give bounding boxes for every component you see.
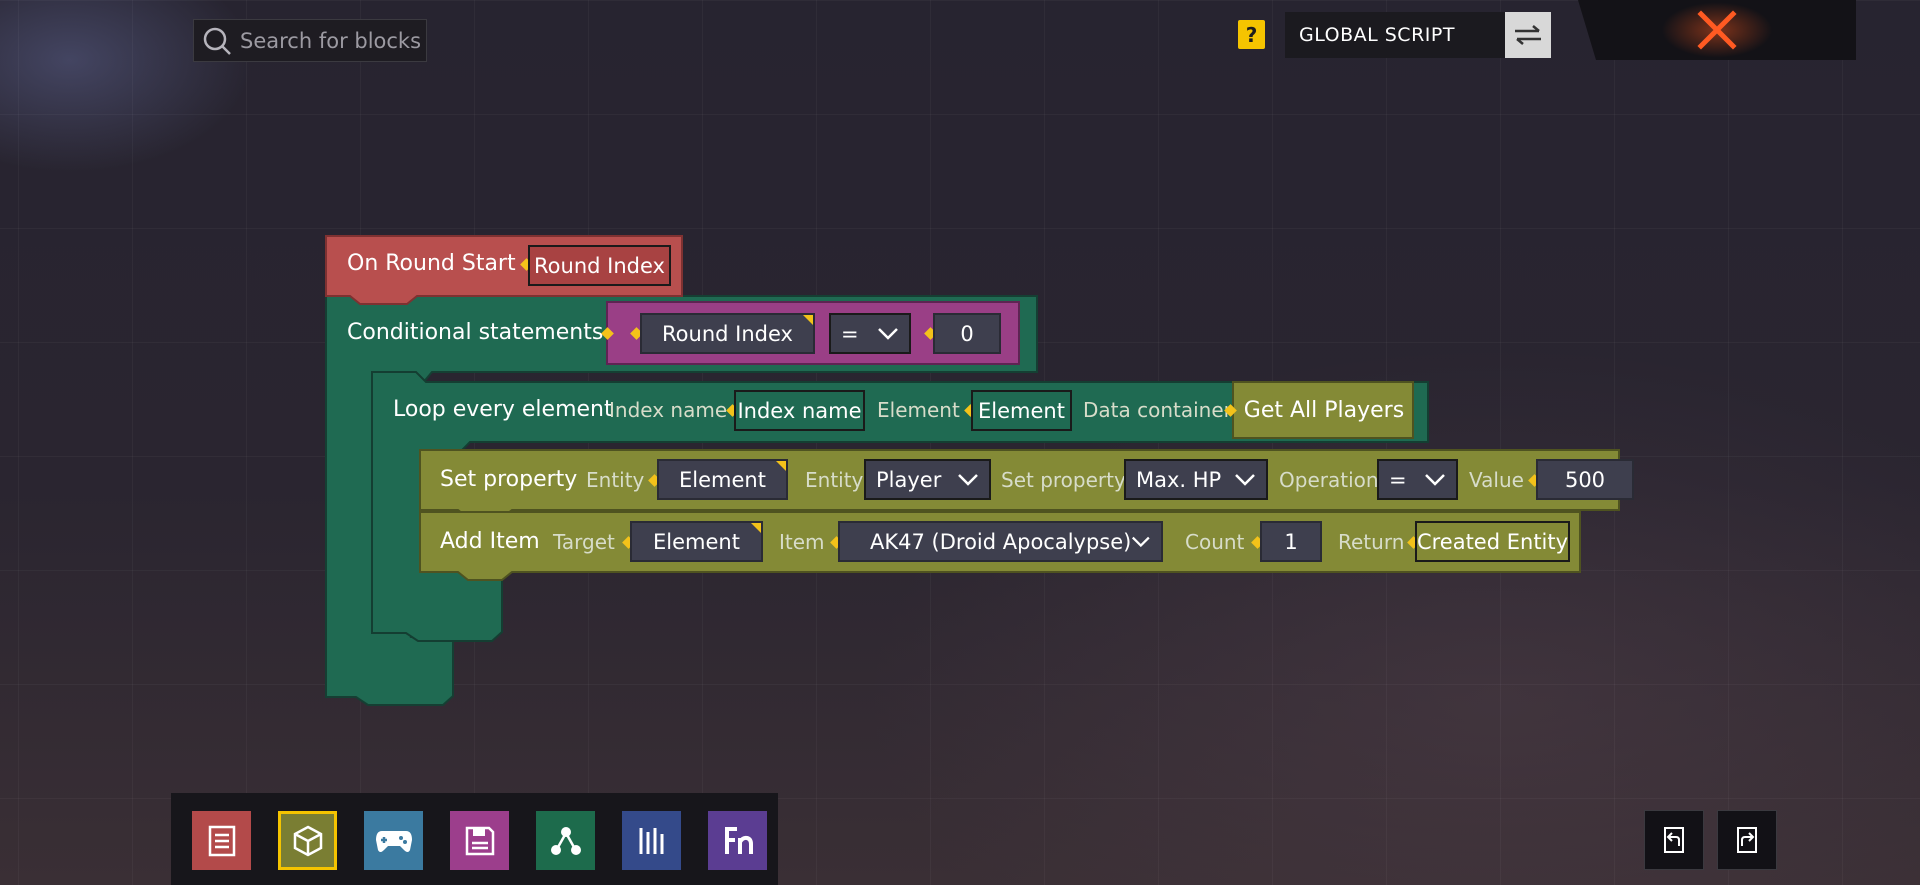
category-logic-button[interactable] <box>536 811 595 870</box>
condition-right-operand[interactable]: 0 <box>933 313 1001 354</box>
loop-index-variable[interactable]: Index name <box>734 390 865 431</box>
undo-button[interactable] <box>1644 810 1704 870</box>
item-value: AK47 (Droid Apocalypse) <box>870 529 1132 554</box>
loop-element-variable[interactable]: Element <box>971 390 1072 431</box>
entity-type-value: Player <box>876 467 942 492</box>
event-param-round-index[interactable]: Round Index <box>528 245 671 286</box>
add-item-return-variable[interactable]: Created Entity <box>1415 521 1570 562</box>
get-all-players-block[interactable]: Get All Players <box>1240 390 1408 431</box>
set-property-entity-input[interactable]: Element <box>657 459 788 500</box>
block-shapes <box>325 235 1620 706</box>
operation-value: = <box>1389 467 1407 492</box>
save-icon <box>465 826 494 855</box>
set-property-value-input[interactable]: 500 <box>1536 459 1634 500</box>
condition-left-operand[interactable]: Round Index <box>640 313 815 354</box>
chevron-down-icon <box>958 473 978 486</box>
set-property-entity-type-label: Entity <box>805 468 864 492</box>
category-variables-button[interactable] <box>450 811 509 870</box>
add-item-item-label: Item <box>779 530 825 554</box>
item-dropdown[interactable]: AK47 (Droid Apocalypse) <box>838 521 1163 562</box>
chevron-down-icon <box>878 327 898 340</box>
conditional-block-title[interactable]: Conditional statements <box>347 322 603 344</box>
gamepad-icon <box>375 830 412 852</box>
bars-icon <box>639 827 663 854</box>
condition-operator-value: = <box>841 321 859 346</box>
set-property-value-label: Value <box>1469 468 1524 492</box>
set-property-entity-label: Entity <box>586 468 645 492</box>
redo-icon <box>1737 827 1757 853</box>
nodes-icon <box>550 826 581 855</box>
add-item-count-input[interactable]: 1 <box>1260 521 1322 562</box>
category-functions-button[interactable] <box>708 811 767 870</box>
event-block-title[interactable]: On Round Start <box>347 253 516 275</box>
category-entity-button[interactable] <box>278 811 337 870</box>
set-property-operation-label: Operation <box>1279 468 1379 492</box>
loop-block-title[interactable]: Loop every element <box>393 399 613 421</box>
add-item-target-label: Target <box>553 530 615 554</box>
property-value: Max. HP <box>1136 467 1222 492</box>
entity-type-dropdown[interactable]: Player <box>864 459 991 500</box>
chevron-down-icon <box>1132 536 1151 547</box>
add-item-return-label: Return <box>1338 530 1405 554</box>
operation-dropdown[interactable]: = <box>1377 459 1458 500</box>
chevron-down-icon <box>1235 473 1255 486</box>
category-math-button[interactable] <box>622 811 681 870</box>
add-item-count-label: Count <box>1185 530 1245 554</box>
cube-icon <box>293 825 322 856</box>
add-item-target-input[interactable]: Element <box>630 521 763 562</box>
set-property-property-label: Set property <box>1001 468 1126 492</box>
block-category-toolbar <box>171 793 778 885</box>
redo-button[interactable] <box>1717 810 1777 870</box>
add-item-block-title[interactable]: Add Item <box>440 531 540 553</box>
loop-index-label: Index name <box>609 398 728 422</box>
document-icon <box>208 825 235 856</box>
property-dropdown[interactable]: Max. HP <box>1124 459 1268 500</box>
condition-operator-dropdown[interactable]: = <box>829 313 911 354</box>
set-property-block-title[interactable]: Set property <box>440 469 577 491</box>
chevron-down-icon <box>1425 473 1445 486</box>
loop-container-label: Data container <box>1083 398 1232 422</box>
loop-element-label: Element <box>877 398 960 422</box>
undo-icon <box>1664 827 1684 853</box>
category-events-button[interactable] <box>192 811 251 870</box>
function-icon <box>724 826 753 854</box>
category-player-button[interactable] <box>364 811 423 870</box>
